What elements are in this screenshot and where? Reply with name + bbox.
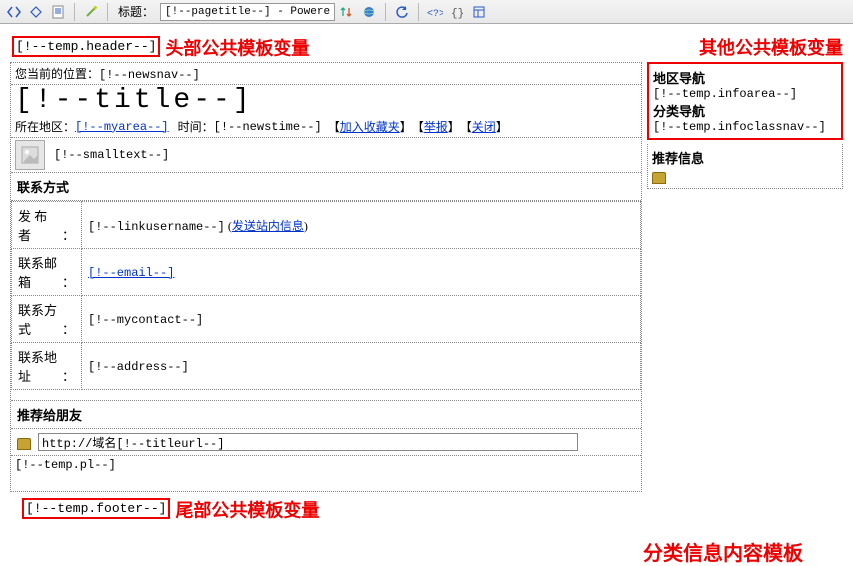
smalltext-row: [!--smalltext--] bbox=[11, 138, 641, 173]
breadcrumb-prefix: 您当前的位置： bbox=[15, 67, 99, 81]
toolbar-braces-icon[interactable]: {} bbox=[447, 2, 467, 22]
smalltext-value: [!--smalltext--] bbox=[54, 148, 169, 162]
contact-address-label: 联系地址： bbox=[12, 343, 82, 390]
area-nav-title: 地区导航 bbox=[653, 68, 837, 87]
contact-publisher-label: 发 布 者： bbox=[12, 202, 82, 249]
favorite-link[interactable]: 加入收藏夹 bbox=[340, 120, 400, 134]
svg-text:{}: {} bbox=[451, 8, 464, 19]
table-row: 联系地址： [!--address--] bbox=[12, 343, 641, 390]
sidebar-recommend-box: 推荐信息 bbox=[647, 144, 843, 188]
contact-email-label: 联系邮箱： bbox=[12, 249, 82, 296]
folder-icon bbox=[17, 438, 31, 450]
time-label: 时间： bbox=[178, 118, 214, 135]
toolbar-globe-icon[interactable] bbox=[359, 2, 379, 22]
page-type-label: 分类信息内容模板 bbox=[10, 537, 843, 566]
toolbar-separator bbox=[107, 3, 108, 21]
time-value: [!--newstime--] bbox=[214, 120, 322, 134]
recommend-title: 推荐给朋友 bbox=[11, 401, 641, 429]
header-annotation-label: 头部公共模板变量 bbox=[165, 38, 309, 58]
pl-template-var: [!--temp.pl--] bbox=[11, 456, 641, 474]
contact-section-title: 联系方式 bbox=[11, 173, 641, 201]
contact-table: 发 布 者： [!--linkusername--] (发送站内信息) 联系邮箱… bbox=[11, 201, 641, 390]
page-title: [!--title--] bbox=[11, 85, 641, 116]
area-label: 所在地区： bbox=[15, 118, 75, 135]
contact-method-label: 联系方式： bbox=[12, 296, 82, 343]
toolbar-refresh-icon[interactable] bbox=[392, 2, 412, 22]
svg-text:<?>: <?> bbox=[427, 9, 443, 18]
breadcrumb: 您当前的位置：[!--newsnav--] bbox=[11, 63, 641, 85]
table-row: 发 布 者： [!--linkusername--] (发送站内信息) bbox=[12, 202, 641, 249]
recommend-info-title: 推荐信息 bbox=[652, 148, 838, 167]
sidebar-column: 地区导航 [!--temp.infoarea--] 分类导航 [!--temp.… bbox=[647, 62, 843, 188]
toolbar-title-input[interactable] bbox=[160, 3, 335, 21]
table-row: 联系邮箱： [!--email--] bbox=[12, 249, 641, 296]
toolbar-separator bbox=[418, 3, 419, 21]
editor-toolbar: 标题： <?> {} bbox=[0, 0, 853, 24]
image-placeholder-icon bbox=[15, 140, 45, 170]
toolbar-separator bbox=[385, 3, 386, 21]
toolbar-title-label: 标题： bbox=[118, 3, 154, 20]
breadcrumb-value: [!--newsnav--] bbox=[99, 68, 200, 82]
toolbar-page-icon[interactable] bbox=[48, 2, 68, 22]
class-nav-title: 分类导航 bbox=[653, 101, 837, 120]
toolbar-separator bbox=[74, 3, 75, 21]
recommend-url-input[interactable] bbox=[38, 433, 578, 451]
footer-template-var: [!--temp.footer--] bbox=[22, 498, 170, 519]
other-annotation-label: 其他公共模板变量 bbox=[699, 34, 843, 60]
folder-icon bbox=[652, 172, 666, 184]
sidebar-nav-box: 地区导航 [!--temp.infoarea--] 分类导航 [!--temp.… bbox=[647, 62, 843, 140]
toolbar-diamond-icon[interactable] bbox=[26, 2, 46, 22]
contact-publisher-value: [!--linkusername--] bbox=[88, 220, 225, 234]
report-link[interactable]: 举报 bbox=[424, 120, 448, 134]
close-link[interactable]: 关闭 bbox=[472, 120, 496, 134]
meta-line: 所在地区： [!--myarea--] 时间： [!--newstime--] … bbox=[11, 116, 641, 138]
table-row: 联系方式： [!--mycontact--] bbox=[12, 296, 641, 343]
toolbar-wand-icon[interactable] bbox=[81, 2, 101, 22]
class-nav-value: [!--temp.infoclassnav--] bbox=[653, 120, 837, 134]
footer-annotation-label: 尾部公共模板变量 bbox=[175, 501, 319, 521]
main-content-column: 您当前的位置：[!--newsnav--] [!--title--] 所在地区：… bbox=[10, 62, 642, 492]
toolbar-sort-icon[interactable] bbox=[337, 2, 357, 22]
area-nav-value: [!--temp.infoarea--] bbox=[653, 87, 837, 101]
header-template-var: [!--temp.header--] bbox=[12, 36, 160, 57]
toolbar-layout-icon[interactable] bbox=[469, 2, 489, 22]
contact-method-value: [!--mycontact--] bbox=[88, 313, 203, 327]
toolbar-php-icon[interactable]: <?> bbox=[425, 2, 445, 22]
recommend-section: 推荐给朋友 bbox=[11, 400, 641, 456]
area-link[interactable]: [!--myarea--] bbox=[75, 120, 169, 134]
contact-email-link[interactable]: [!--email--] bbox=[88, 266, 174, 280]
send-message-link[interactable]: 发送站内信息 bbox=[232, 219, 304, 233]
contact-address-value: [!--address--] bbox=[88, 360, 189, 374]
toolbar-code-icon[interactable] bbox=[4, 2, 24, 22]
